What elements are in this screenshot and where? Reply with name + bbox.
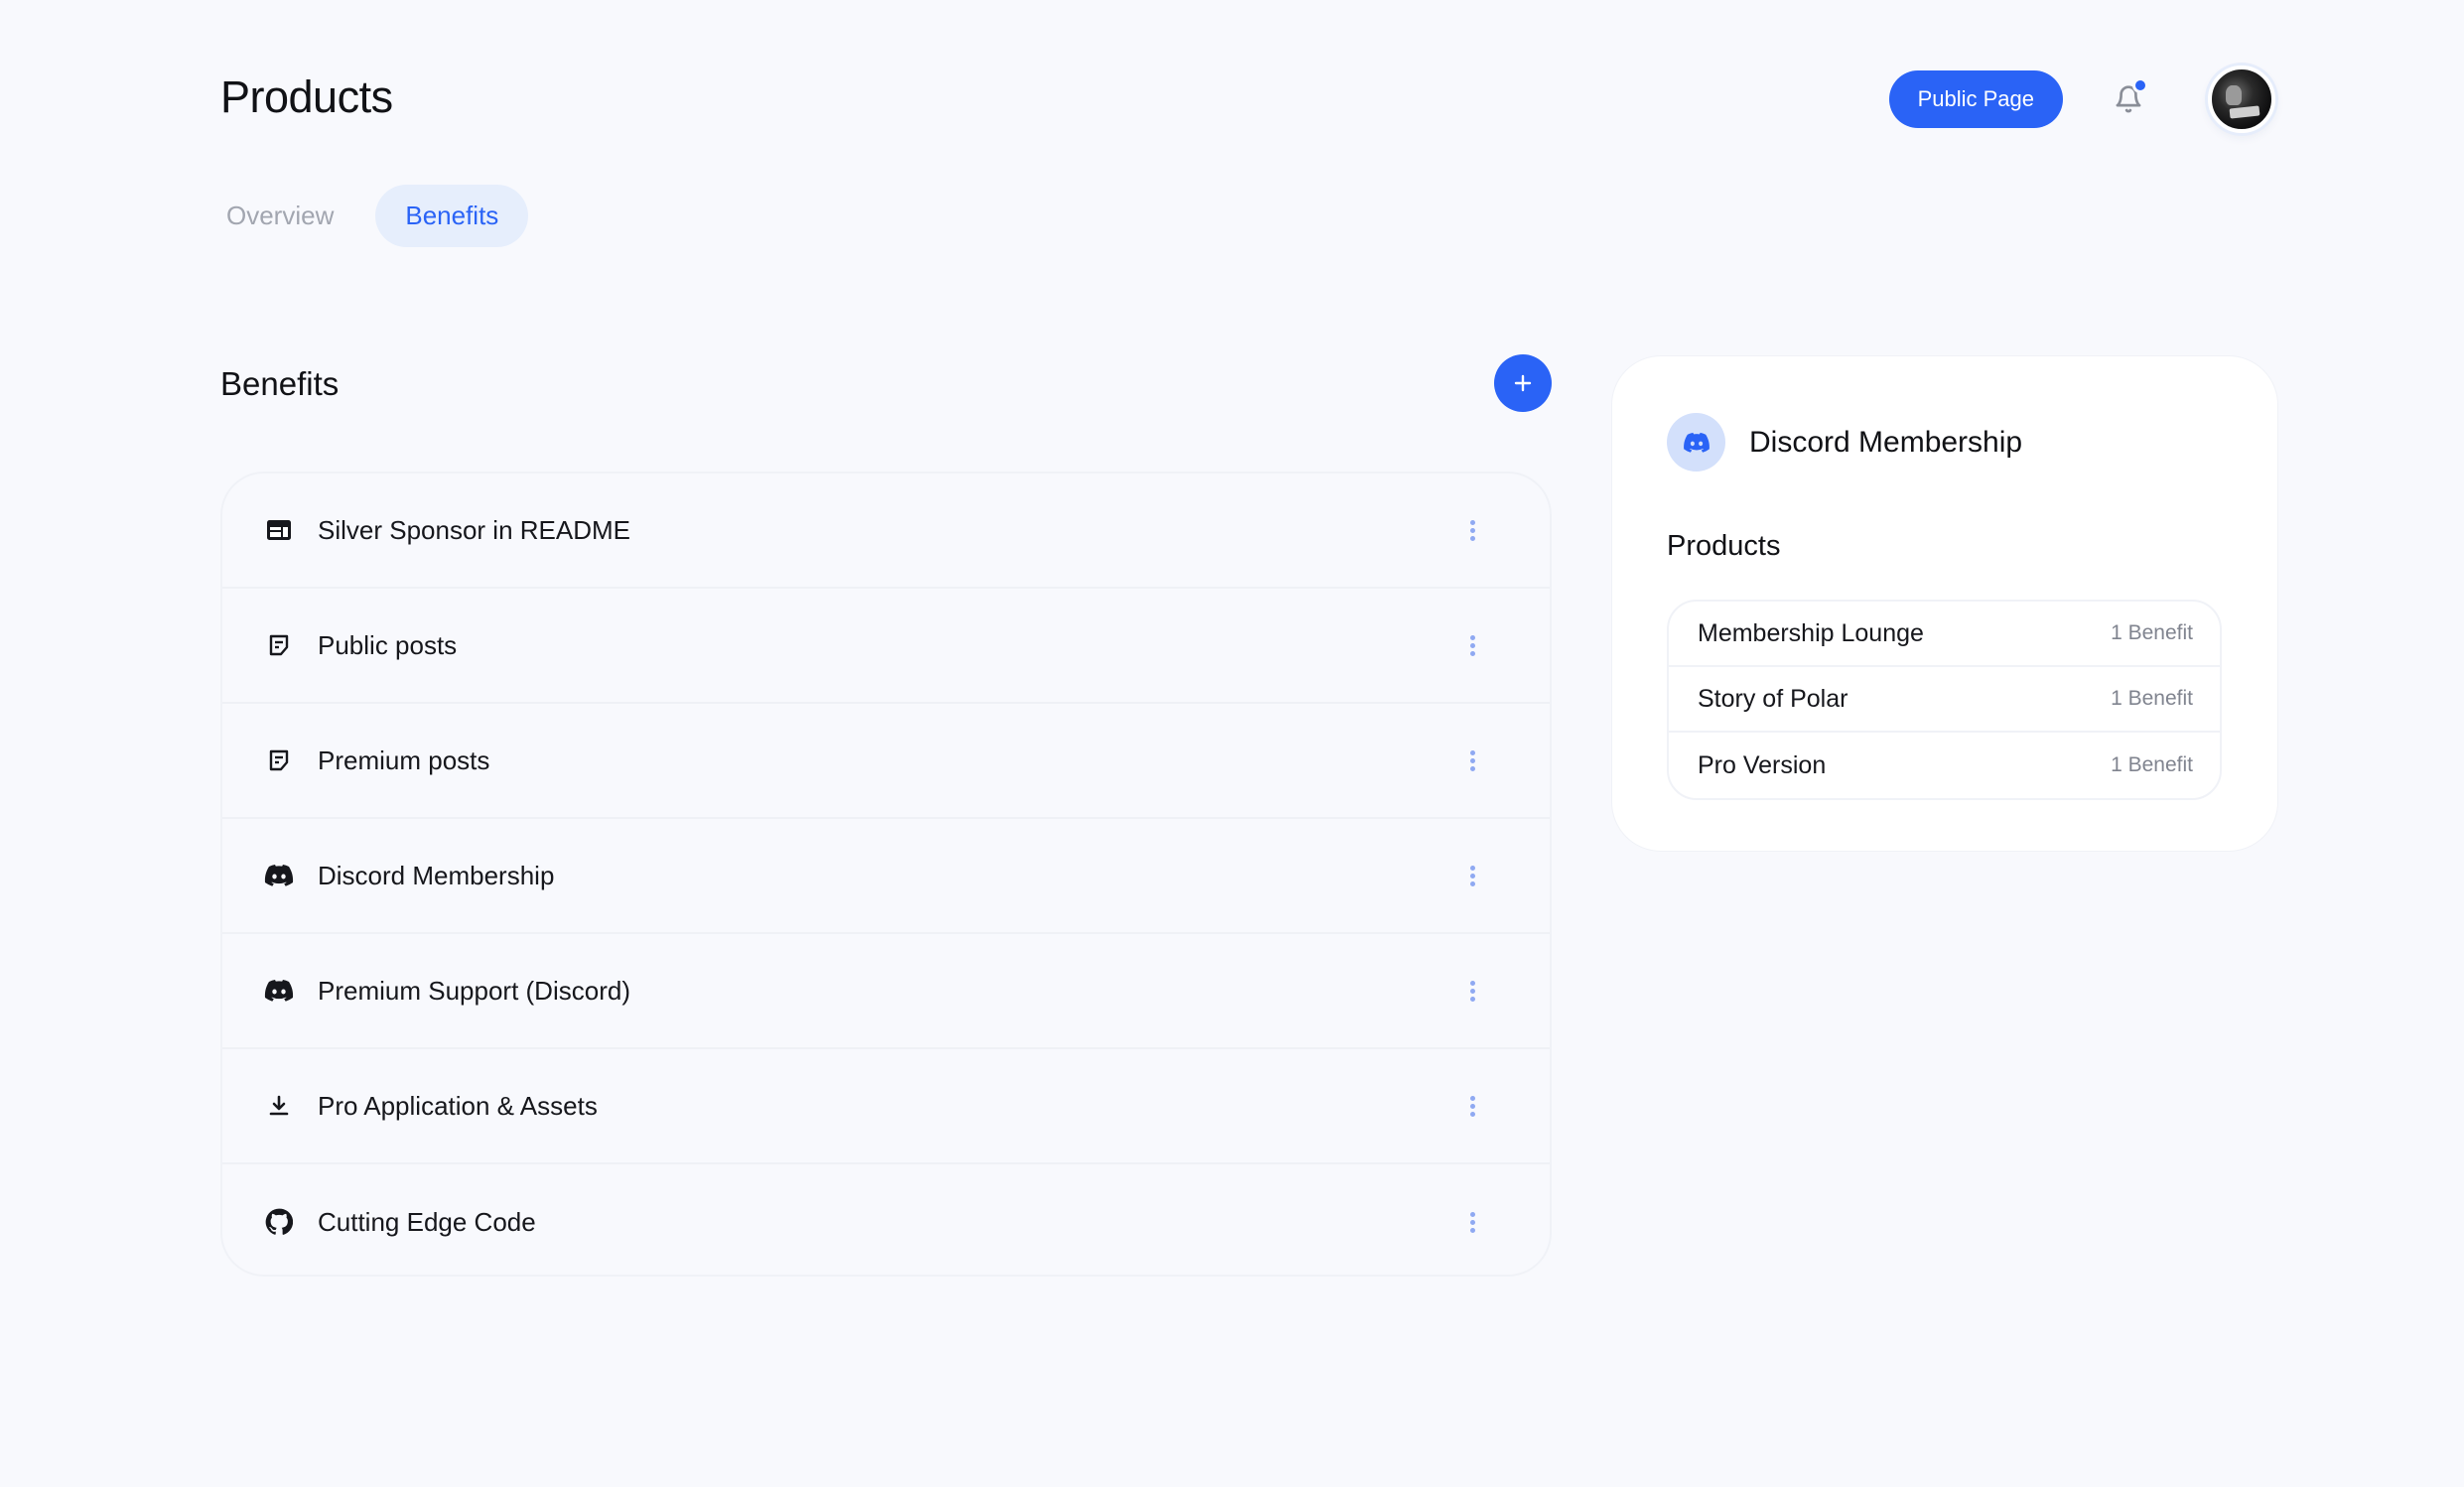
discord-icon bbox=[264, 976, 294, 1006]
github-icon bbox=[264, 1207, 294, 1237]
tab-benefits[interactable]: Benefits bbox=[375, 185, 529, 247]
more-options-button[interactable] bbox=[1452, 971, 1492, 1011]
benefits-heading: Benefits bbox=[220, 365, 340, 402]
benefit-label: Premium Support (Discord) bbox=[318, 975, 630, 1006]
benefit-list: Silver Sponsor in README Public posts Pr… bbox=[220, 472, 1552, 1277]
more-options-button[interactable] bbox=[1452, 741, 1492, 780]
public-page-button[interactable]: Public Page bbox=[1888, 70, 2063, 128]
detail-header: Discord Membership bbox=[1667, 413, 2022, 472]
products-page: Products Public Page Overview Benefits B… bbox=[0, 0, 2464, 1487]
more-options-button[interactable] bbox=[1452, 625, 1492, 665]
benefit-label: Cutting Edge Code bbox=[318, 1206, 536, 1237]
benefit-label: Premium posts bbox=[318, 744, 490, 775]
detail-title: Discord Membership bbox=[1749, 425, 2023, 459]
benefit-item[interactable]: Discord Membership bbox=[222, 819, 1550, 934]
benefit-count: 1 Benefit bbox=[2111, 621, 2193, 644]
benefit-item[interactable]: Public posts bbox=[222, 589, 1550, 704]
tab-overview[interactable]: Overview bbox=[214, 185, 345, 247]
product-item[interactable]: Story of Polar 1 Benefit bbox=[1669, 667, 2220, 733]
product-name: Membership Lounge bbox=[1698, 618, 1924, 647]
more-options-button[interactable] bbox=[1452, 1202, 1492, 1242]
benefit-detail-card: Discord Membership Products Membership L… bbox=[1611, 355, 2278, 852]
more-options-button[interactable] bbox=[1452, 510, 1492, 550]
product-name: Pro Version bbox=[1698, 750, 1827, 779]
discord-icon bbox=[1667, 413, 1725, 472]
product-list: Membership Lounge 1 Benefit Story of Pol… bbox=[1667, 600, 2222, 800]
benefit-item[interactable]: Silver Sponsor in README bbox=[222, 473, 1550, 589]
download-icon bbox=[264, 1091, 294, 1121]
ad-banner-icon bbox=[264, 515, 294, 545]
benefit-item[interactable]: Pro Application & Assets bbox=[222, 1049, 1550, 1164]
discord-icon bbox=[264, 861, 294, 890]
plus-icon bbox=[1514, 374, 1532, 392]
benefit-count: 1 Benefit bbox=[2111, 753, 2193, 776]
benefit-item[interactable]: Cutting Edge Code bbox=[222, 1164, 1550, 1275]
benefit-label: Public posts bbox=[318, 629, 458, 660]
user-avatar[interactable] bbox=[2208, 66, 2275, 133]
product-item[interactable]: Pro Version 1 Benefit bbox=[1669, 733, 2220, 798]
post-icon bbox=[264, 745, 294, 775]
more-options-button[interactable] bbox=[1452, 1086, 1492, 1126]
page-title: Products bbox=[220, 71, 393, 122]
products-heading: Products bbox=[1667, 530, 1781, 562]
product-name: Story of Polar bbox=[1698, 684, 1848, 713]
benefit-item[interactable]: Premium posts bbox=[222, 704, 1550, 819]
benefit-item[interactable]: Premium Support (Discord) bbox=[222, 934, 1550, 1049]
post-icon bbox=[264, 630, 294, 660]
tab-bar: Overview Benefits bbox=[214, 185, 529, 247]
header-actions: Public Page bbox=[1888, 66, 2275, 133]
notifications-button[interactable] bbox=[2109, 77, 2148, 119]
product-item[interactable]: Membership Lounge 1 Benefit bbox=[1669, 602, 2220, 667]
benefit-label: Pro Application & Assets bbox=[318, 1090, 598, 1121]
more-options-button[interactable] bbox=[1452, 856, 1492, 895]
add-benefit-button[interactable] bbox=[1494, 354, 1552, 412]
notification-badge bbox=[2132, 77, 2148, 93]
benefit-label: Silver Sponsor in README bbox=[318, 514, 630, 545]
benefit-count: 1 Benefit bbox=[2111, 687, 2193, 710]
benefit-label: Discord Membership bbox=[318, 860, 555, 890]
